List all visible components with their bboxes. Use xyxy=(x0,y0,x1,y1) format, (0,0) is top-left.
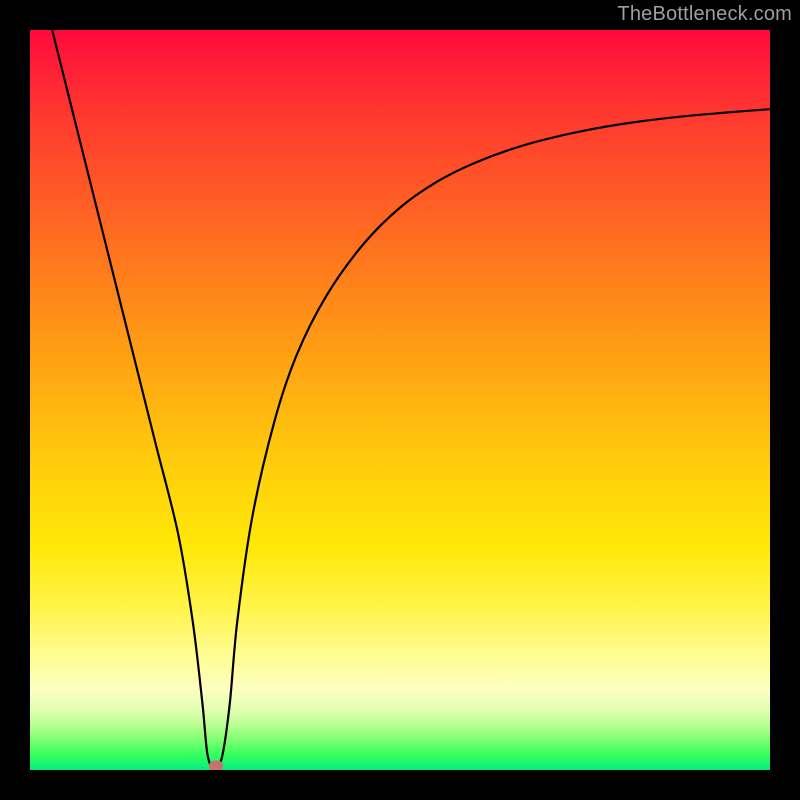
curve-layer xyxy=(30,30,770,770)
optimal-point-marker xyxy=(209,761,223,770)
chart-frame: TheBottleneck.com xyxy=(0,0,800,800)
plot-area xyxy=(30,30,770,770)
bottleneck-curve xyxy=(52,30,770,770)
watermark-text: TheBottleneck.com xyxy=(617,3,792,26)
